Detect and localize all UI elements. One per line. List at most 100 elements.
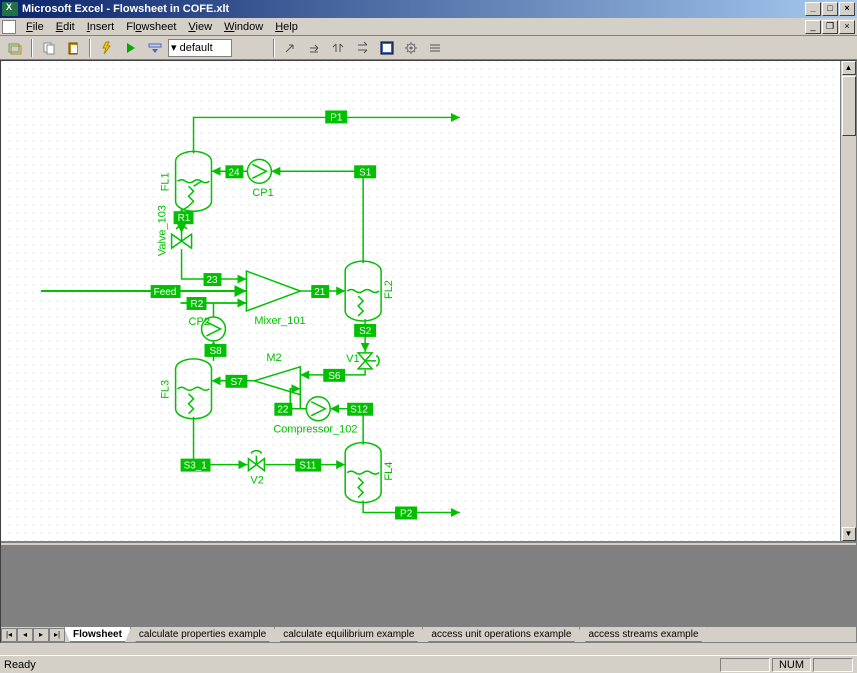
tab-nav: |◂ ◂ ▸ ▸| <box>1 628 65 642</box>
menu-edit[interactable]: Edit <box>50 20 81 34</box>
tool-select-icon[interactable] <box>4 38 26 58</box>
menu-file[interactable]: File <box>20 20 50 34</box>
stream-feed[interactable]: Feed <box>151 285 181 298</box>
svg-text:Valve_103: Valve_103 <box>157 205 169 256</box>
tool-arrow1-icon[interactable] <box>280 38 302 58</box>
svg-text:S1: S1 <box>359 167 372 178</box>
stream-r1[interactable]: R1 <box>174 211 194 224</box>
svg-text:CP2: CP2 <box>189 316 210 328</box>
svg-text:R1: R1 <box>178 213 191 224</box>
app-icon <box>2 2 18 16</box>
svg-text:FL1: FL1 <box>160 172 172 191</box>
svg-text:Feed: Feed <box>154 287 177 298</box>
svg-text:21: 21 <box>314 287 326 298</box>
svg-text:Mixer_101: Mixer_101 <box>254 315 305 327</box>
maximize-button[interactable]: □ <box>822 2 838 16</box>
tool-copy-icon[interactable] <box>38 38 60 58</box>
flowsheet-canvas[interactable]: FL1 CP1 FL2 Mixer_10 <box>1 61 840 541</box>
document-icon[interactable] <box>2 20 16 34</box>
unit-fl2[interactable]: FL2 <box>345 261 395 321</box>
tool-paste-icon[interactable] <box>62 38 84 58</box>
status-bar: Ready NUM <box>0 655 857 673</box>
close-button[interactable]: × <box>839 2 855 16</box>
unit-fl4[interactable]: FL4 <box>345 443 395 503</box>
unit-cp1[interactable]: CP1 <box>247 159 273 199</box>
tool-arrow3-icon[interactable] <box>328 38 350 58</box>
stream-s6[interactable]: S6 <box>323 369 345 382</box>
lower-panel <box>1 543 856 627</box>
unit-v2[interactable]: V2 <box>248 451 264 487</box>
tab-access-unit-ops[interactable]: access unit operations example <box>422 627 580 642</box>
stream-s11[interactable]: S11 <box>295 459 321 472</box>
tool-lines-icon[interactable] <box>424 38 446 58</box>
unit-v1[interactable]: V1 <box>346 353 379 369</box>
tool-arrow2-icon[interactable] <box>304 38 326 58</box>
unit-fl1[interactable]: FL1 <box>160 151 212 211</box>
unit-cp2[interactable]: CP2 <box>189 316 226 341</box>
tab-first-icon[interactable]: |◂ <box>1 628 17 642</box>
menu-view[interactable]: View <box>182 20 218 34</box>
svg-text:P2: P2 <box>400 508 413 519</box>
menu-flowsheet[interactable]: Flowsheet <box>120 20 182 34</box>
mdi-minimize-button[interactable]: _ <box>805 20 821 34</box>
stream-s1[interactable]: S1 <box>354 165 376 178</box>
svg-text:FL3: FL3 <box>160 380 172 399</box>
stream-s8[interactable]: S8 <box>205 344 227 357</box>
svg-text:M2: M2 <box>266 352 281 364</box>
svg-text:S3_1: S3_1 <box>184 461 208 472</box>
scroll-down-icon[interactable]: ▼ <box>842 527 856 541</box>
vertical-scrollbar[interactable]: ▲ ▼ <box>840 61 856 541</box>
tab-calc-properties[interactable]: calculate properties example <box>130 627 275 642</box>
stream-s3-1[interactable]: S3_1 <box>181 459 211 472</box>
combo-text: default <box>180 42 213 54</box>
title-bar: Microsoft Excel - Flowsheet in COFE.xlt … <box>0 0 857 18</box>
svg-text:S2: S2 <box>359 326 372 337</box>
tab-calc-equilibrium[interactable]: calculate equilibrium example <box>274 627 423 642</box>
tool-lightning-icon[interactable] <box>96 38 118 58</box>
tab-prev-icon[interactable]: ◂ <box>17 628 33 642</box>
tab-access-streams[interactable]: access streams example <box>579 627 707 642</box>
unit-fl3[interactable]: FL3 <box>160 359 212 419</box>
status-ready: Ready <box>4 659 718 671</box>
mdi-restore-button[interactable]: ❐ <box>822 20 838 34</box>
menu-window[interactable]: Window <box>218 20 269 34</box>
minimize-button[interactable]: _ <box>805 2 821 16</box>
stream-r2[interactable]: R2 <box>187 297 207 310</box>
tab-last-icon[interactable]: ▸| <box>49 628 65 642</box>
stream-24[interactable]: 24 <box>225 165 243 178</box>
tool-gear-icon[interactable] <box>400 38 422 58</box>
unit-compressor-102[interactable]: Compressor_102 <box>273 397 357 436</box>
stream-23[interactable]: 23 <box>204 273 222 286</box>
svg-text:S11: S11 <box>299 461 316 472</box>
stream-21[interactable]: 21 <box>311 285 329 298</box>
stream-p1[interactable]: P1 <box>325 110 347 123</box>
svg-text:P1: P1 <box>330 112 343 123</box>
svg-text:23: 23 <box>207 275 219 286</box>
tool-play-icon[interactable] <box>120 38 142 58</box>
svg-text:22: 22 <box>277 405 289 416</box>
tool-dropdown-icon[interactable] <box>144 38 166 58</box>
menu-bar: File Edit Insert Flowsheet View Window H… <box>0 18 857 36</box>
menu-help[interactable]: Help <box>269 20 304 34</box>
stream-p2[interactable]: P2 <box>395 507 417 520</box>
mdi-close-button[interactable]: × <box>839 20 855 34</box>
scroll-up-icon[interactable]: ▲ <box>842 61 856 75</box>
svg-text:24: 24 <box>228 167 240 178</box>
tool-arrow4-icon[interactable] <box>352 38 374 58</box>
sheet-tab-strip: |◂ ◂ ▸ ▸| Flowsheet calculate properties… <box>1 626 856 642</box>
menu-insert[interactable]: Insert <box>81 20 121 34</box>
tool-layout-icon[interactable] <box>376 38 398 58</box>
svg-text:FL2: FL2 <box>383 280 395 299</box>
svg-text:CP1: CP1 <box>252 187 273 199</box>
stream-s2[interactable]: S2 <box>354 324 376 337</box>
stream-22[interactable]: 22 <box>274 403 292 416</box>
tab-flowsheet[interactable]: Flowsheet <box>64 627 131 642</box>
stream-s12[interactable]: S12 <box>347 403 373 416</box>
window-controls: _ □ × <box>805 2 855 16</box>
stream-s7[interactable]: S7 <box>225 375 247 388</box>
scroll-thumb[interactable] <box>842 76 856 136</box>
tab-next-icon[interactable]: ▸ <box>33 628 49 642</box>
svg-text:Compressor_102: Compressor_102 <box>273 424 357 436</box>
unit-mixer-101[interactable]: Mixer_101 <box>246 271 305 327</box>
default-combo[interactable]: ▾ default <box>168 39 232 57</box>
